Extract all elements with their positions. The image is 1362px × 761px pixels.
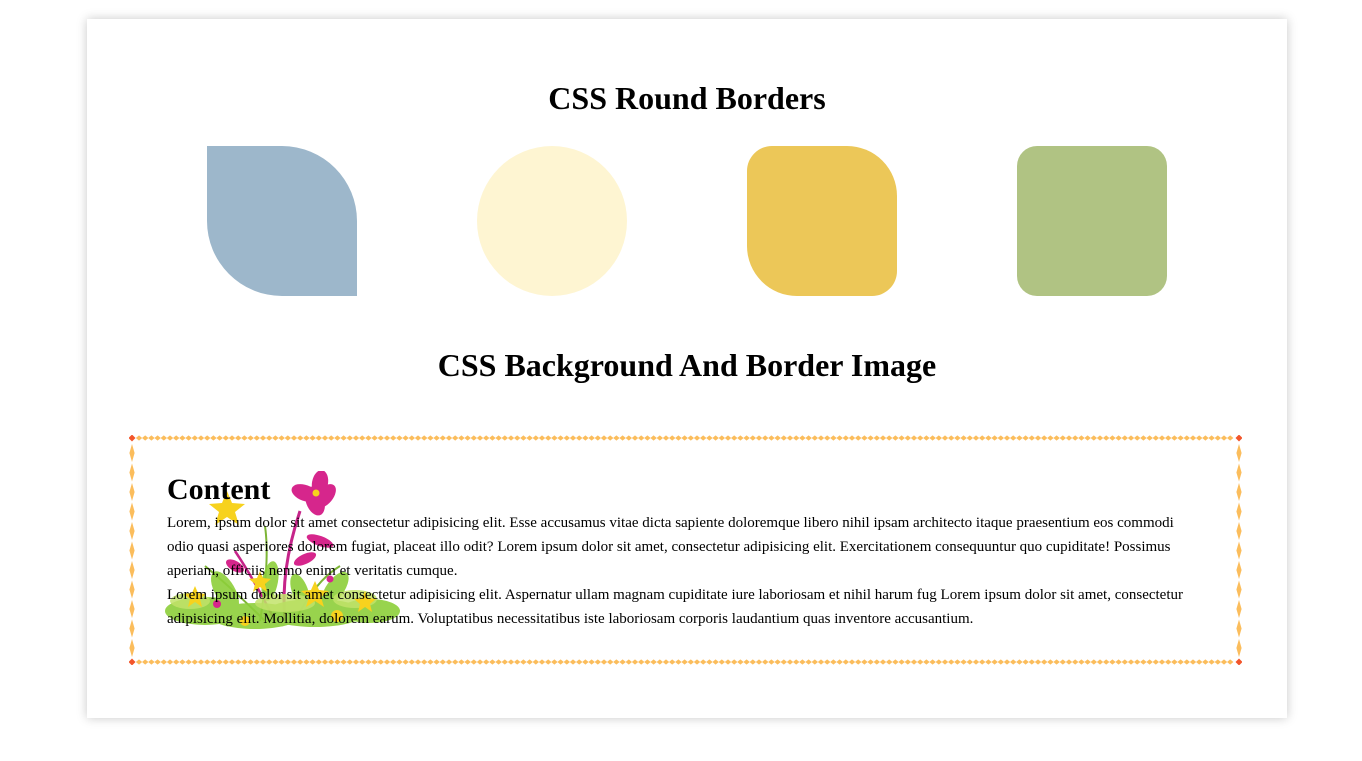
- content-body: Lorem, ipsum dolor sit amet consectetur …: [167, 511, 1197, 631]
- content-paragraph: Lorem ipsum dolor sit amet consectetur a…: [167, 587, 1183, 627]
- circle-shape: [477, 146, 627, 296]
- leaf-shape: [207, 146, 357, 296]
- page-card: CSS Round Borders CSS Background And Bor…: [87, 19, 1287, 718]
- content-paragraph: Lorem, ipsum dolor sit amet consectetur …: [167, 515, 1174, 579]
- round-borders-heading: CSS Round Borders: [548, 80, 826, 116]
- rounded-square-shape: [1017, 146, 1167, 296]
- border-image-box: Content Lorem, ipsum dolor sit amet cons…: [129, 435, 1242, 665]
- background-border-image-heading: CSS Background And Border Image: [437, 347, 937, 383]
- rounded-shape: [747, 146, 897, 296]
- content-heading: Content: [167, 473, 271, 506]
